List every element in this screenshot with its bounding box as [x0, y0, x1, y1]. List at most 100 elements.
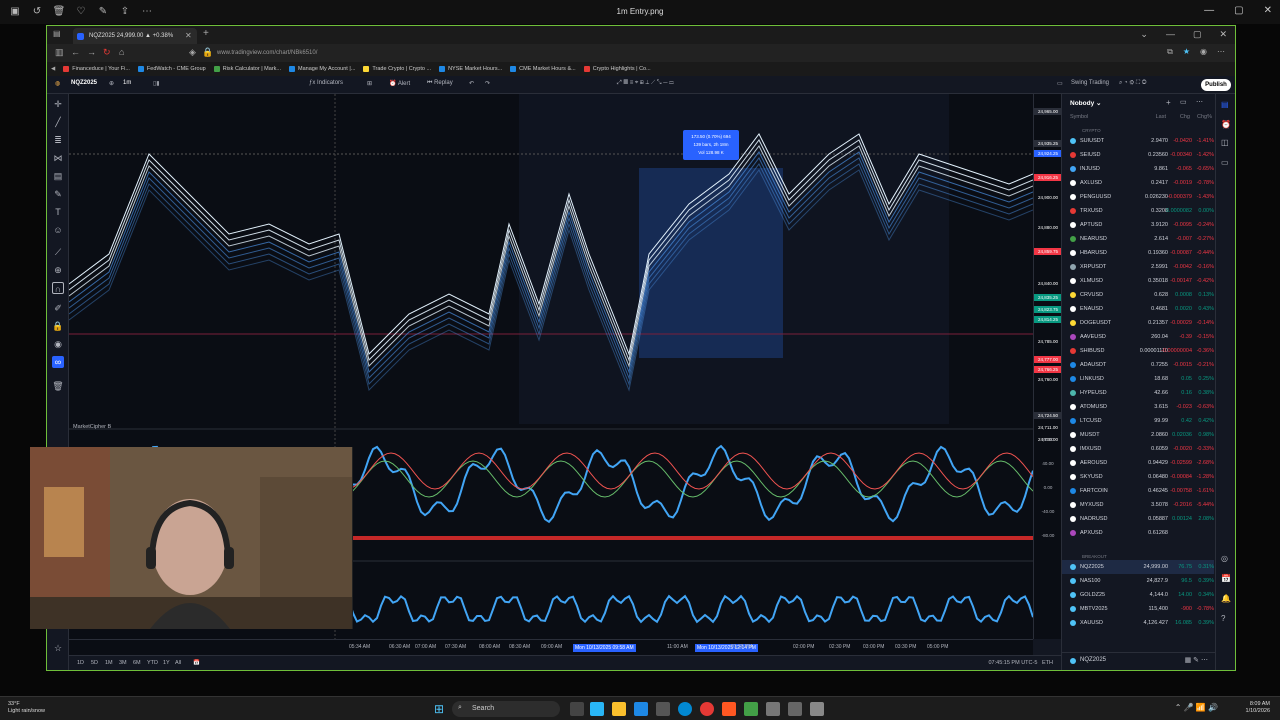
- bookmark-item[interactable]: Risk Calculator | Mark...: [213, 66, 281, 72]
- close-icon[interactable]: ✕: [1264, 5, 1272, 16]
- watchlist-row[interactable]: LTCUSD 99.99 0.42 0.42%: [1062, 414, 1214, 428]
- compare-icon[interactable]: ⊕: [109, 80, 114, 87]
- timeframe-selector[interactable]: 1m: [123, 80, 131, 86]
- alert-button[interactable]: ⏰ Alert: [389, 80, 410, 87]
- watchlist-row[interactable]: ADAUSDT 0.7255 -0.0015 -0.21%: [1062, 358, 1214, 372]
- trendline-icon[interactable]: ╱: [52, 116, 64, 128]
- watchlist-row[interactable]: NEARUSD 2.614 -0.007 -0.27%: [1062, 232, 1214, 246]
- fib-icon[interactable]: ≣: [52, 134, 64, 146]
- watchlist-row[interactable]: INJUSD 9.861 -0.065 -0.65%: [1062, 162, 1214, 176]
- watchlist-row[interactable]: NAS100 24,827.9 96.5 0.39%: [1062, 574, 1214, 588]
- back-icon[interactable]: ←: [71, 47, 80, 57]
- measure-icon[interactable]: ▤: [52, 170, 64, 182]
- brush-icon[interactable]: ✎: [52, 188, 64, 200]
- excel-icon[interactable]: [744, 702, 758, 716]
- home-icon[interactable]: ⌂: [119, 47, 124, 57]
- settings-app-icon[interactable]: [590, 702, 604, 716]
- footer-symbol[interactable]: NQZ2025: [1080, 657, 1106, 663]
- date-range-icon[interactable]: 📅: [193, 660, 200, 666]
- timezone-display[interactable]: 07:45:15 PM UTC-5 ETH: [988, 660, 1053, 666]
- watchlist-section[interactable]: BREAKOUT: [1082, 554, 1107, 559]
- app-icon[interactable]: [766, 702, 780, 716]
- clock[interactable]: 8:09 AM 1/10/2026: [1246, 701, 1270, 715]
- url-field[interactable]: www.tradingview.com/chart/NBk6510/: [217, 47, 817, 59]
- range-6m[interactable]: 6M: [133, 660, 141, 666]
- edit-icon[interactable]: ✎: [96, 5, 110, 19]
- alerts-rail-icon[interactable]: ⏰: [1221, 120, 1231, 129]
- forward-icon[interactable]: →: [87, 47, 96, 57]
- range-1d[interactable]: 1D: [77, 660, 84, 666]
- browser-close-icon[interactable]: ✕: [1219, 29, 1227, 40]
- bookmarks-back-icon[interactable]: ◀: [51, 66, 55, 72]
- range-3m[interactable]: 3M: [119, 660, 127, 666]
- lock-tools-icon[interactable]: 🔒: [52, 320, 64, 332]
- bookmark-item[interactable]: Crypto Highlights | Co...: [583, 66, 651, 72]
- task-view-icon[interactable]: [570, 702, 584, 716]
- watchlist-row[interactable]: APTUSD 3.9120 -0.0095 -0.24%: [1062, 218, 1214, 232]
- trash-icon[interactable]: 🗑: [52, 380, 64, 392]
- crosshair-icon[interactable]: ✛: [52, 98, 64, 110]
- tab-actions-icon[interactable]: ▤: [53, 29, 61, 38]
- layout-name[interactable]: Swing Trading: [1071, 80, 1109, 86]
- sidebar-icon[interactable]: ▥: [55, 47, 64, 58]
- watchlist-row[interactable]: SKYUSD 0.06480 -0.00084 -1.28%: [1062, 470, 1214, 484]
- bookmark-item[interactable]: CME Market Hours &...: [510, 66, 576, 72]
- range-1m[interactable]: 1M: [105, 660, 113, 666]
- watchlist-row[interactable]: NQZ2025 24,999.00 76.75 0.31%: [1062, 560, 1214, 574]
- chat-rail-icon[interactable]: ▭: [1221, 158, 1229, 167]
- watchlist-row[interactable]: MUSDT 2.0860 0.02036 0.98%: [1062, 428, 1214, 442]
- bookmark-item[interactable]: Trade Crypto | Crypto ...: [363, 66, 431, 72]
- watchlist-row[interactable]: IMXUSD 0.6059 -0.0020 -0.33%: [1062, 442, 1214, 456]
- footer-icons[interactable]: ▦ ✎ ⋯: [1185, 656, 1208, 664]
- watchlist-row[interactable]: AXLUSD 0.2417 -0.0019 -0.78%: [1062, 176, 1214, 190]
- publish-button[interactable]: Publish: [1201, 79, 1231, 91]
- layout-icon[interactable]: ▭: [1057, 80, 1063, 87]
- undo-icon[interactable]: ↶: [469, 80, 474, 87]
- firefox-icon[interactable]: [700, 702, 714, 716]
- col-symbol[interactable]: Symbol: [1070, 114, 1088, 120]
- watchlist-row[interactable]: PENGUUSD 0.026230 -0.000379 -1.43%: [1062, 190, 1214, 204]
- app-icon[interactable]: [810, 702, 824, 716]
- calculator-app-icon[interactable]: [634, 702, 648, 716]
- weather-widget[interactable]: 33°F Light rain/snow: [8, 701, 45, 715]
- watchlist-more-icon[interactable]: ⋯: [1196, 98, 1203, 106]
- watchlist-row[interactable]: XLMUSD 0.35018 -0.00147 -0.42%: [1062, 274, 1214, 288]
- templates-icon[interactable]: ⊞: [367, 80, 372, 87]
- watchlist-title[interactable]: Nobody ⌄: [1070, 99, 1101, 107]
- file-explorer-icon[interactable]: [612, 702, 626, 716]
- brave-icon[interactable]: [722, 702, 736, 716]
- ruler-icon[interactable]: ⟋: [52, 246, 64, 258]
- watchlist-row[interactable]: FARTCOIN 0.46245 -0.00758 -1.61%: [1062, 484, 1214, 498]
- watchlist-row[interactable]: APXUSD 0.61268: [1062, 526, 1214, 540]
- col-chg[interactable]: Chg: [1180, 114, 1190, 120]
- watchlist-row[interactable]: HBARUSD 0.19360 -0.00087 -0.44%: [1062, 246, 1214, 260]
- price-axis[interactable]: 24,965.00 24,935.25 24,924.25 24,916.25 24,9…: [1033, 94, 1062, 639]
- magnet-icon[interactable]: ∩: [52, 282, 64, 294]
- notifications-rail-icon[interactable]: 🔔: [1221, 594, 1231, 603]
- bookmark-item[interactable]: Financeduce | Your Fi...: [63, 66, 130, 72]
- range-5d[interactable]: 5D: [91, 660, 98, 666]
- system-tray-icons[interactable]: ⌃ 🎤 📶 🔊: [1175, 703, 1218, 712]
- eye-icon[interactable]: ◉: [52, 338, 64, 350]
- gallery-icon[interactable]: ▣: [8, 5, 22, 19]
- tab-search-icon[interactable]: ⌄: [1140, 29, 1148, 40]
- watchlist-row[interactable]: ENAUSD 0.4681 0.0020 0.43%: [1062, 302, 1214, 316]
- bookmark-star-icon[interactable]: ★: [1183, 47, 1190, 57]
- watchlist-layout-icon[interactable]: ▭: [1180, 98, 1187, 106]
- rotate-icon[interactable]: ↺: [30, 5, 44, 19]
- bookmark-item[interactable]: NYSE Market Hours...: [439, 66, 502, 72]
- watchlist-row[interactable]: SUIUSDT 2.9470 -0.0420 -1.41%: [1062, 134, 1214, 148]
- col-chgp[interactable]: Chg%: [1197, 114, 1212, 120]
- reload-icon[interactable]: ↻: [103, 47, 111, 58]
- indicators-button[interactable]: ƒx Indicators: [309, 80, 343, 86]
- favorite-icon[interactable]: ♡: [74, 5, 88, 19]
- watchlist-row[interactable]: CRVUSD 0.628 0.0008 0.13%: [1062, 288, 1214, 302]
- profile-icon[interactable]: ◉: [1200, 47, 1207, 57]
- start-icon[interactable]: ⊞: [434, 702, 448, 716]
- candle-type-icon[interactable]: ▯▮: [153, 80, 160, 87]
- watchlist-row[interactable]: NAORUSD 0.05887 0.00124 2.08%: [1062, 512, 1214, 526]
- watchlist-row[interactable]: HYPEUSD 42.66 0.16 0.38%: [1062, 386, 1214, 400]
- extensions-icon[interactable]: ⧉: [1167, 47, 1173, 57]
- ideas-rail-icon[interactable]: ◎: [1221, 554, 1228, 563]
- tab-close-icon[interactable]: ✕: [185, 31, 192, 40]
